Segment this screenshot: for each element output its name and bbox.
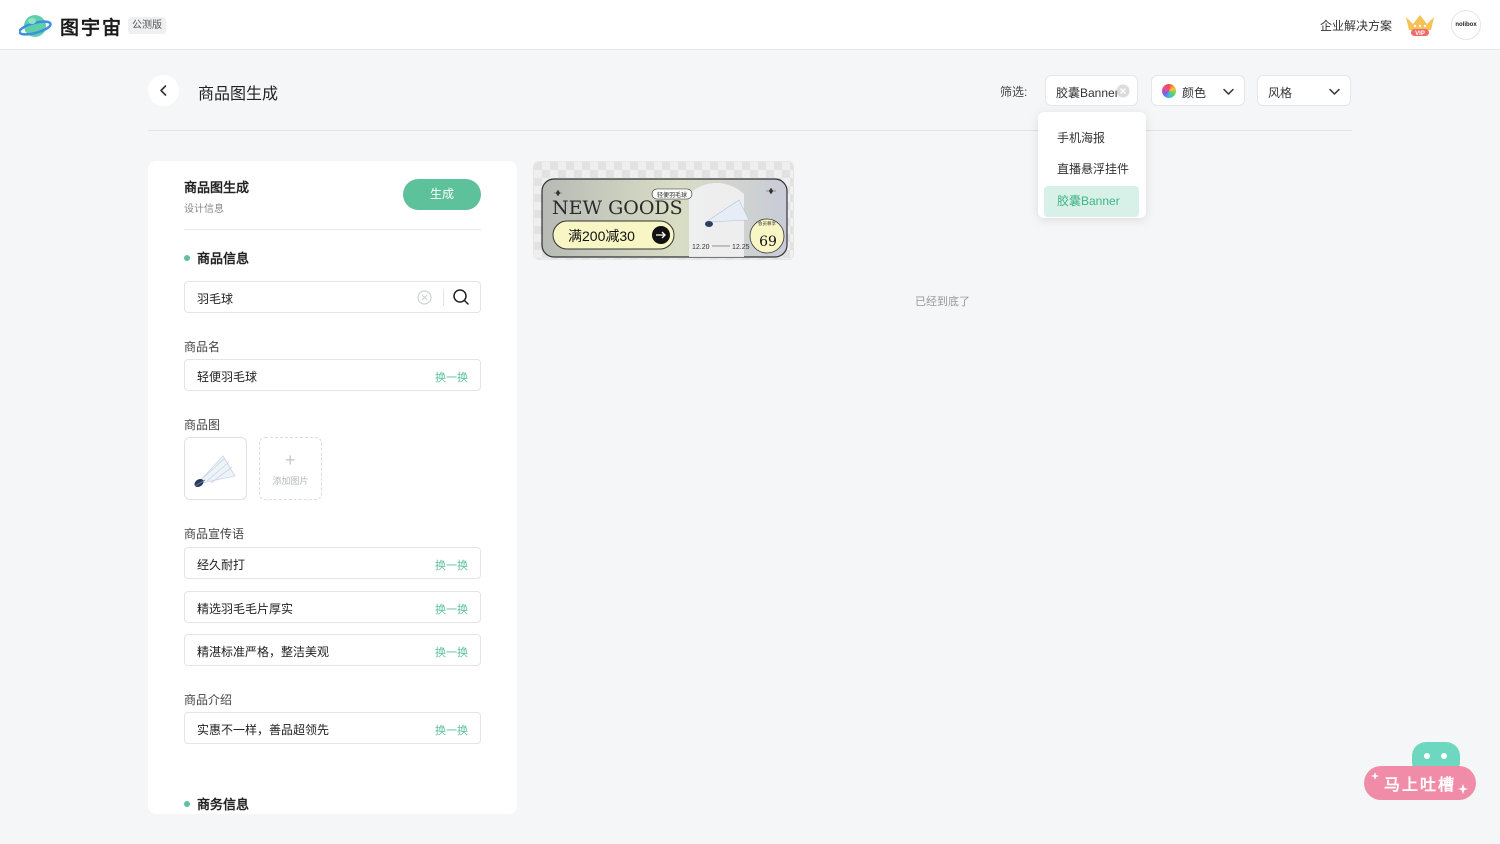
swap-button[interactable]: 换一换 <box>435 557 468 573</box>
type-dropdown-menu: 手机海报 直播悬浮挂件 胶囊Banner <box>1038 112 1146 218</box>
enterprise-solutions-link[interactable]: 企业解决方案 <box>1320 17 1392 34</box>
dropdown-item-capsule-banner[interactable]: 胶囊Banner <box>1044 186 1139 217</box>
banner-date-start: 12.20 <box>692 244 710 251</box>
banner-result-card[interactable]: NEW GOODS 轻便羽毛球 满200减30 12.20 12.25 会员尊享… <box>533 161 794 260</box>
product-info-heading: 商品信息 <box>197 251 250 266</box>
swap-button[interactable]: 换一换 <box>435 644 468 660</box>
capsule-banner-preview: NEW GOODS 轻便羽毛球 满200减30 12.20 12.25 会员尊享… <box>534 162 793 259</box>
design-info-panel: 商品图生成 设计信息 生成 商品信息 羽毛球 商品名 轻便羽毛球 换一换 商品图… <box>148 161 517 814</box>
panel-title: 商品图生成 <box>184 180 250 195</box>
section-dot-icon <box>184 800 190 807</box>
brand-name[interactable]: 图宇宙 <box>60 13 123 40</box>
filter-color-select[interactable]: 颜色 <box>1151 75 1245 106</box>
feedback-label: 马上吐槽 <box>1384 775 1456 794</box>
chevron-down-icon <box>1223 88 1234 95</box>
clear-search-icon[interactable] <box>417 290 432 305</box>
swap-button[interactable]: 换一换 <box>435 722 468 738</box>
product-name-value: 轻便羽毛球 <box>197 370 258 384</box>
business-info-section: 商务信息 <box>184 794 249 813</box>
slogan-label: 商品宣传语 <box>184 527 245 541</box>
intro-field[interactable]: 实惠不一样，善品超领先 换一换 <box>184 712 481 744</box>
slogan-field[interactable]: 精选羽毛毛片厚实 换一换 <box>184 591 481 623</box>
generate-button[interactable]: 生成 <box>403 179 481 210</box>
planet-logo-icon[interactable] <box>19 11 52 39</box>
panel-divider <box>184 229 481 230</box>
back-button[interactable] <box>148 75 179 106</box>
top-bar: 图宇宙 公测版 企业解决方案 VIP nolibox <box>0 0 1500 50</box>
panel-subtitle: 设计信息 <box>184 204 224 215</box>
product-image-thumbnail[interactable] <box>184 437 247 500</box>
section-dot-icon <box>184 254 190 261</box>
dropdown-item-mobile-poster[interactable]: 手机海报 <box>1044 123 1139 154</box>
chevron-left-icon <box>160 85 167 96</box>
end-of-list-text: 已经到底了 <box>915 296 970 308</box>
slogan-value: 精湛标准严格，整洁美观 <box>197 645 330 659</box>
intro-value: 实惠不一样，善品超领先 <box>197 723 330 737</box>
filter-color-label: 颜色 <box>1182 86 1207 100</box>
add-image-button[interactable]: + 添加图片 <box>259 437 322 500</box>
banner-promo: 满200减30 <box>568 228 635 244</box>
user-avatar[interactable]: nolibox <box>1451 10 1481 40</box>
swap-button[interactable]: 换一换 <box>435 369 468 385</box>
filter-style-label: 风格 <box>1268 86 1293 100</box>
intro-label: 商品介绍 <box>184 693 233 707</box>
product-name-label: 商品名 <box>184 340 221 354</box>
filter-type-value: 胶囊Banner <box>1056 86 1119 100</box>
product-search-input[interactable]: 羽毛球 <box>184 281 481 313</box>
feedback-button[interactable]: 马上吐槽 <box>1362 740 1478 802</box>
business-info-heading: 商务信息 <box>197 797 250 812</box>
add-image-label: 添加图片 <box>272 476 309 486</box>
filter-label: 筛选: <box>1000 85 1028 99</box>
banner-date-end: 12.25 <box>732 244 750 251</box>
search-separator <box>443 289 444 306</box>
vip-crown-icon[interactable]: VIP <box>1404 13 1436 37</box>
beta-badge: 公测版 <box>128 17 166 34</box>
banner-headline: NEW GOODS <box>552 197 683 219</box>
chevron-down-icon <box>1329 88 1340 95</box>
slogan-value: 精选羽毛毛片厚实 <box>197 602 294 616</box>
search-icon[interactable] <box>452 288 470 306</box>
product-name-field[interactable]: 轻便羽毛球 换一换 <box>184 359 481 391</box>
filter-type-select[interactable]: 胶囊Banner <box>1045 75 1138 106</box>
filter-style-select[interactable]: 风格 <box>1257 75 1351 106</box>
product-search-value: 羽毛球 <box>197 292 234 306</box>
color-wheel-icon <box>1162 84 1176 98</box>
shuttlecock-image <box>194 455 236 488</box>
plus-icon: + <box>285 450 296 470</box>
product-image-label: 商品图 <box>184 418 221 432</box>
banner-price: 69 <box>759 234 777 250</box>
slogan-field[interactable]: 经久耐打 换一换 <box>184 547 481 579</box>
header-divider <box>148 130 1352 131</box>
page-title: 商品图生成 <box>198 86 279 103</box>
dropdown-item-live-widget[interactable]: 直播悬浮挂件 <box>1044 154 1139 185</box>
slogan-value: 经久耐打 <box>197 558 246 572</box>
banner-tag: 轻便羽毛球 <box>657 191 687 199</box>
slogan-field[interactable]: 精湛标准严格，整洁美观 换一换 <box>184 634 481 666</box>
feedback-mascot-icon: 马上吐槽 <box>1364 742 1476 800</box>
clear-filter-icon[interactable] <box>1116 84 1130 98</box>
swap-button[interactable]: 换一换 <box>435 601 468 617</box>
banner-member-label: 会员尊享 <box>758 220 776 227</box>
product-info-section: 商品信息 <box>184 248 249 267</box>
vip-badge-text: VIP <box>1415 31 1425 37</box>
